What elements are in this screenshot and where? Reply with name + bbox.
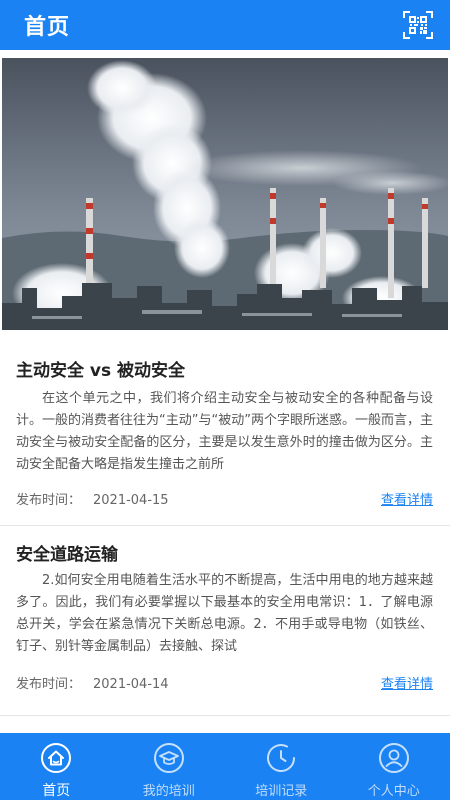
clock-icon (267, 744, 296, 773)
article-summary: 在这个单元之中，我们将介绍主动安全与被动安全的各种配备与设计。一般的消费者往往为… (16, 391, 433, 472)
article-publish-date: 发布时间： 2021-04-14 (16, 673, 169, 692)
bottom-tab-bar: 首页 我的培训 培训记录 个人中心 (0, 733, 450, 800)
graduation-cap-icon (153, 743, 184, 773)
view-details-link[interactable]: 查看详情 (381, 673, 433, 692)
home-icon (41, 743, 72, 773)
factory-smoke-illustration (2, 58, 448, 330)
tab-home[interactable]: 首页 (0, 733, 113, 800)
article-title: 安全道路运输 (16, 545, 118, 565)
article-card[interactable]: 安全道路运输 2.如何安全用电随着生活水平的不断提高，生活中用电的地方越来越多了… (0, 526, 450, 716)
date-label: 发布时间： (16, 677, 82, 692)
tab-training-records[interactable]: 培训记录 (225, 733, 338, 800)
article-feed: 主动安全 vs 被动安全 在这个单元之中，我们将介绍主动安全与被动安全的各种配备… (0, 330, 450, 716)
page-title: 首页 (24, 15, 71, 40)
tab-label: 培训记录 (255, 784, 308, 799)
tab-label: 我的培训 (142, 784, 195, 799)
top-header: 首页 (0, 0, 450, 50)
article-title: 主动安全 vs 被动安全 (16, 361, 186, 381)
tab-label: 首页 (42, 783, 71, 799)
qr-scan-button[interactable] (402, 9, 434, 41)
user-icon (378, 743, 409, 773)
app-root: 首页 主动安全 vs 被动安全 在这个单元之中，我们将介绍主动安全与被动安全的各… (0, 0, 450, 800)
date-label: 发布时间： (16, 493, 82, 508)
article-publish-date: 发布时间： 2021-04-15 (16, 489, 169, 508)
qr-code-icon (403, 11, 433, 39)
banner-image[interactable] (2, 58, 448, 330)
date-value: 2021-04-15 (93, 493, 169, 508)
article-card[interactable]: 主动安全 vs 被动安全 在这个单元之中，我们将介绍主动安全与被动安全的各种配备… (0, 330, 450, 526)
date-value: 2021-04-14 (93, 677, 169, 692)
view-details-link[interactable]: 查看详情 (381, 489, 433, 508)
article-summary: 2.如何安全用电随着生活水平的不断提高，生活中用电的地方越来越多了。因此，我们有… (16, 573, 433, 654)
tab-profile[interactable]: 个人中心 (338, 733, 450, 800)
tab-label: 个人中心 (367, 784, 420, 799)
tab-my-training[interactable]: 我的培训 (113, 733, 226, 800)
